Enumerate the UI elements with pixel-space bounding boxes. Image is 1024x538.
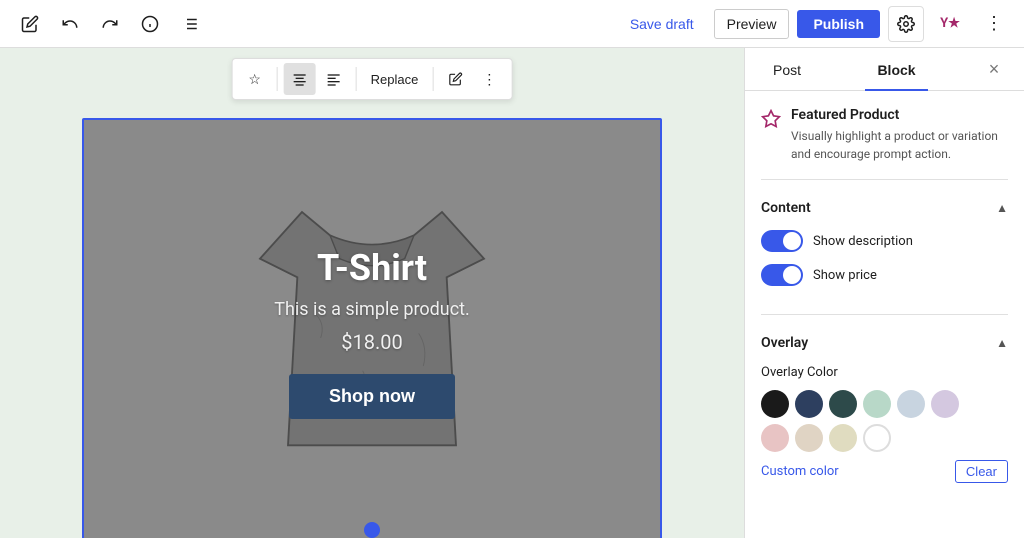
preview-button[interactable]: Preview bbox=[714, 9, 790, 39]
toolbar-divider-3 bbox=[432, 67, 433, 91]
show-description-row: Show description bbox=[761, 230, 1008, 252]
toolbar-divider-2 bbox=[356, 67, 357, 91]
overlay-color-label: Overlay Color bbox=[761, 365, 1008, 380]
replace-button[interactable]: Replace bbox=[363, 68, 427, 91]
show-price-label: Show price bbox=[813, 268, 877, 283]
more-options-button[interactable]: ⋮ bbox=[976, 6, 1012, 42]
publish-button[interactable]: Publish bbox=[797, 10, 880, 38]
show-price-toggle[interactable] bbox=[761, 264, 803, 286]
sidebar-close-button[interactable]: × bbox=[980, 55, 1008, 83]
sidebar-tabs: Post Block × bbox=[745, 48, 1024, 91]
show-description-label: Show description bbox=[813, 234, 913, 249]
overlay-section-title: Overlay bbox=[761, 335, 808, 351]
align-center-button[interactable] bbox=[284, 63, 316, 95]
save-draft-button[interactable]: Save draft bbox=[618, 10, 706, 38]
content-section-header[interactable]: Content ▲ bbox=[761, 200, 1008, 216]
toolbar-divider bbox=[277, 67, 278, 91]
settings-button[interactable] bbox=[888, 6, 924, 42]
block-name-label: Featured Product bbox=[791, 107, 1008, 123]
clear-button[interactable]: Clear bbox=[955, 460, 1008, 483]
content-chevron-icon: ▲ bbox=[996, 201, 1008, 215]
overlay-section: Overlay ▲ Overlay Color bbox=[761, 335, 1008, 483]
featured-product-icon bbox=[761, 109, 781, 163]
block-info-text: Featured Product Visually highlight a pr… bbox=[791, 107, 1008, 163]
redo-btn[interactable] bbox=[92, 6, 128, 42]
main-area: ☆ Replace ⋮ bbox=[0, 48, 1024, 538]
post-tab[interactable]: Post bbox=[761, 48, 813, 90]
overlay-chevron-icon: ▲ bbox=[996, 336, 1008, 350]
block-tab[interactable]: Block bbox=[865, 48, 927, 90]
align-left-button[interactable] bbox=[318, 63, 350, 95]
info-btn[interactable] bbox=[132, 6, 168, 42]
product-title: T-Shirt bbox=[317, 247, 427, 289]
color-swatch-light-yellow[interactable] bbox=[829, 424, 857, 452]
show-description-toggle[interactable] bbox=[761, 230, 803, 252]
drag-handle[interactable] bbox=[364, 522, 380, 538]
content-section-title: Content bbox=[761, 200, 811, 216]
block-info-section: Featured Product Visually highlight a pr… bbox=[761, 107, 1008, 180]
color-swatch-light-purple[interactable] bbox=[931, 390, 959, 418]
toolbar-left bbox=[12, 6, 208, 42]
undo-btn[interactable] bbox=[52, 6, 88, 42]
yoast-icon[interactable]: Y★ bbox=[932, 6, 968, 42]
color-swatch-white[interactable] bbox=[863, 424, 891, 452]
list-view-btn[interactable] bbox=[172, 6, 208, 42]
product-description: This is a simple product. bbox=[274, 299, 470, 320]
custom-color-link[interactable]: Custom color bbox=[761, 464, 839, 479]
color-swatch-light-beige[interactable] bbox=[795, 424, 823, 452]
color-swatch-dark-blue[interactable] bbox=[795, 390, 823, 418]
edit-pencil-button[interactable] bbox=[439, 63, 471, 95]
sidebar: Post Block × Featured Product Visually h… bbox=[744, 48, 1024, 538]
product-overlay: T-Shirt This is a simple product. $18.00… bbox=[84, 120, 660, 538]
content-section: Content ▲ Show description Show price bbox=[761, 200, 1008, 315]
star-button[interactable]: ☆ bbox=[239, 63, 271, 95]
show-price-row: Show price bbox=[761, 264, 1008, 286]
block-more-button[interactable]: ⋮ bbox=[473, 63, 505, 95]
color-swatches-row-2 bbox=[761, 424, 1008, 452]
product-price: $18.00 bbox=[341, 330, 402, 354]
star-icon: ☆ bbox=[248, 71, 261, 88]
edit-icon-btn[interactable] bbox=[12, 6, 48, 42]
top-toolbar: Save draft Preview Publish Y★ ⋮ bbox=[0, 0, 1024, 48]
color-swatch-light-mint[interactable] bbox=[863, 390, 891, 418]
color-swatches-row-1 bbox=[761, 390, 1008, 418]
block-description-text: Visually highlight a product or variatio… bbox=[791, 127, 1008, 163]
toolbar-right: Save draft Preview Publish Y★ ⋮ bbox=[618, 6, 1012, 42]
color-swatch-black[interactable] bbox=[761, 390, 789, 418]
overlay-section-header[interactable]: Overlay ▲ bbox=[761, 335, 1008, 351]
color-actions: Custom color Clear bbox=[761, 460, 1008, 483]
color-swatch-dark-teal[interactable] bbox=[829, 390, 857, 418]
color-swatch-light-blue-gray[interactable] bbox=[897, 390, 925, 418]
featured-product-block[interactable]: T-Shirt This is a simple product. $18.00… bbox=[82, 118, 662, 538]
color-swatch-light-pink[interactable] bbox=[761, 424, 789, 452]
block-toolbar: ☆ Replace ⋮ bbox=[232, 58, 513, 100]
shop-now-button[interactable]: Shop now bbox=[289, 374, 455, 419]
sidebar-content: Featured Product Visually highlight a pr… bbox=[745, 91, 1024, 538]
editor-area: ☆ Replace ⋮ bbox=[0, 48, 744, 538]
